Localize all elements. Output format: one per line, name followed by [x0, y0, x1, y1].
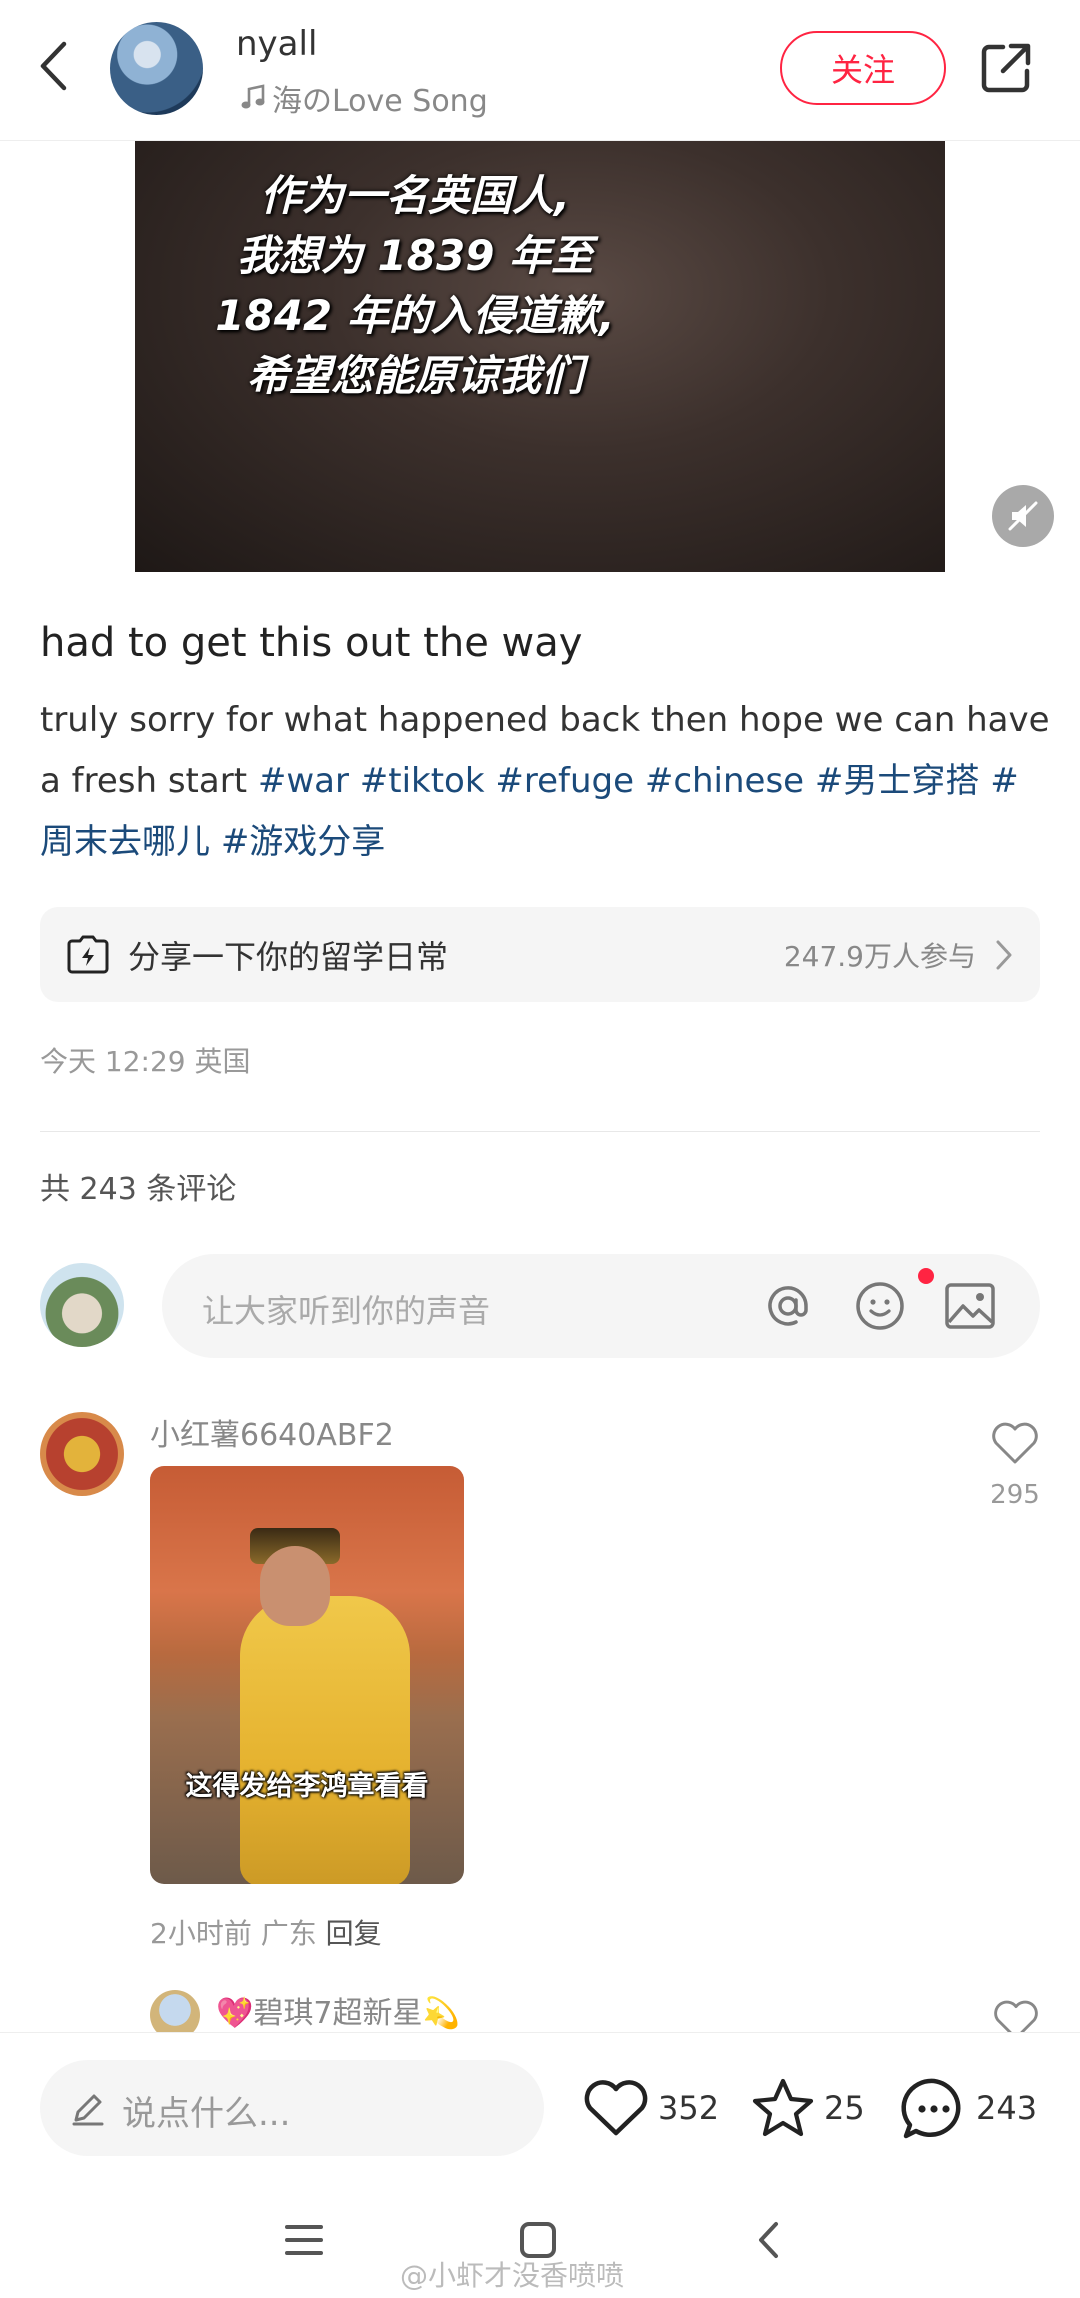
hashtag-link[interactable]: #游戏分享 — [221, 822, 386, 862]
like-button[interactable]: 352 — [582, 2071, 719, 2145]
recent-apps-button[interactable] — [274, 2210, 334, 2270]
speaker-muted-icon — [1008, 501, 1038, 531]
comment-meta: 2小时前 广东 回复 — [150, 1912, 382, 1952]
comment-image[interactable]: 这得发给李鸿章看看 — [150, 1466, 464, 1884]
comment-input[interactable]: 让大家听到你的声音 — [162, 1254, 1040, 1358]
share-button[interactable] — [976, 38, 1036, 98]
video-player[interactable]: 作为一名英国人, 我想为 1839 年至 1842 年的入侵道歉, 希望您能原谅… — [135, 141, 945, 572]
post-meta: 今天 12:29 英国 — [40, 1045, 251, 1078]
collect-count: 25 — [824, 2089, 865, 2127]
back-button[interactable] — [30, 36, 76, 96]
comment-image-caption: 这得发给李鸿章看看 — [185, 1771, 429, 1802]
video-caption-line: 我想为 1839 年至 — [236, 231, 594, 280]
video-caption-line: 希望您能原谅我们 — [246, 351, 583, 400]
star-icon — [752, 2078, 814, 2137]
hashtag-link[interactable]: #war — [258, 761, 349, 801]
comment-like-count: 295 — [990, 1480, 1040, 1510]
pencil-icon — [72, 2094, 104, 2126]
hashtag-link[interactable]: #chinese — [645, 761, 804, 801]
heart-icon[interactable] — [990, 1420, 1040, 1466]
chevron-left-icon — [759, 2222, 778, 2258]
emoji-icon[interactable] — [852, 1278, 908, 1334]
comment-bubble-icon — [901, 2078, 961, 2139]
music-info[interactable]: 海のLove Song — [240, 76, 488, 120]
reply-button[interactable]: 回复 — [326, 1917, 382, 1950]
hashtag-link[interactable]: #refuge — [495, 761, 634, 801]
lightning-camera-icon — [67, 935, 109, 974]
hashtag-link[interactable]: #男士穿搭 — [815, 761, 980, 801]
image-figure — [240, 1596, 410, 1884]
image-head — [260, 1546, 330, 1626]
comment-input-placeholder: 让大家听到你的声音 — [202, 1292, 491, 1330]
notification-dot — [918, 1268, 934, 1284]
topic-participants: 247.9万人参与 — [783, 940, 976, 973]
author-avatar[interactable] — [110, 22, 203, 115]
menu-lines-icon — [285, 2225, 323, 2255]
comment-location: 广东 — [260, 1917, 317, 1950]
comment-total-count: 243 — [976, 2089, 1038, 2127]
like-count: 352 — [658, 2089, 720, 2127]
my-avatar — [40, 1263, 124, 1347]
video-caption: 作为一名英国人, 我想为 1839 年至 1842 年的入侵道歉, 希望您能原谅… — [135, 166, 695, 406]
post-title: had to get this out the way — [40, 620, 583, 666]
video-caption-line: 1842 年的入侵道歉, — [215, 291, 615, 340]
sub-commenter-name[interactable]: 💖碧琪7超新星💫 — [216, 1988, 460, 2032]
say-something-input[interactable]: 说点什么... — [40, 2060, 544, 2156]
top-header: nyall 海のLove Song 关注 — [0, 0, 1080, 141]
chevron-right-icon — [996, 940, 1012, 970]
image-icon[interactable] — [942, 1278, 998, 1334]
hashtag-link[interactable]: #tiktok — [360, 761, 485, 801]
video-caption-line: 作为一名英国人, — [260, 171, 570, 220]
music-title: 海のLove Song — [272, 84, 488, 119]
commenter-name[interactable]: 小红薯6640ABF2 — [150, 1410, 394, 1454]
mute-button[interactable] — [992, 485, 1054, 547]
note-detail-page: nyall 海のLove Song 关注 作为一名英国人, 我想为 1839 年… — [0, 0, 1080, 2298]
comment-time: 2小时前 — [150, 1917, 252, 1950]
bottom-action-bar: 说点什么... 352 25 243 — [0, 2032, 1080, 2182]
topic-label: 分享一下你的留学日常 — [128, 938, 449, 976]
comment-count: 共 243 条评论 — [40, 1172, 237, 1207]
topic-card[interactable]: 分享一下你的留学日常 247.9万人参与 — [40, 907, 1040, 1002]
divider — [40, 1131, 1040, 1132]
watermark: @小虾才没香喷喷 — [400, 2259, 625, 2292]
author-name[interactable]: nyall — [236, 24, 317, 64]
post-body: truly sorry for what happened back then … — [40, 690, 1050, 873]
commenter-avatar[interactable] — [40, 1412, 124, 1496]
heart-icon — [584, 2080, 648, 2136]
collect-button[interactable]: 25 — [750, 2071, 865, 2145]
music-note-icon — [241, 84, 265, 109]
say-something-placeholder: 说点什么... — [122, 2094, 291, 2134]
share-icon — [981, 43, 1031, 93]
follow-button[interactable]: 关注 — [780, 31, 946, 105]
comment-button[interactable]: 243 — [900, 2071, 1037, 2145]
mention-icon[interactable] — [760, 1278, 816, 1334]
system-back-button[interactable] — [738, 2210, 798, 2270]
chevron-left-icon — [40, 41, 67, 91]
